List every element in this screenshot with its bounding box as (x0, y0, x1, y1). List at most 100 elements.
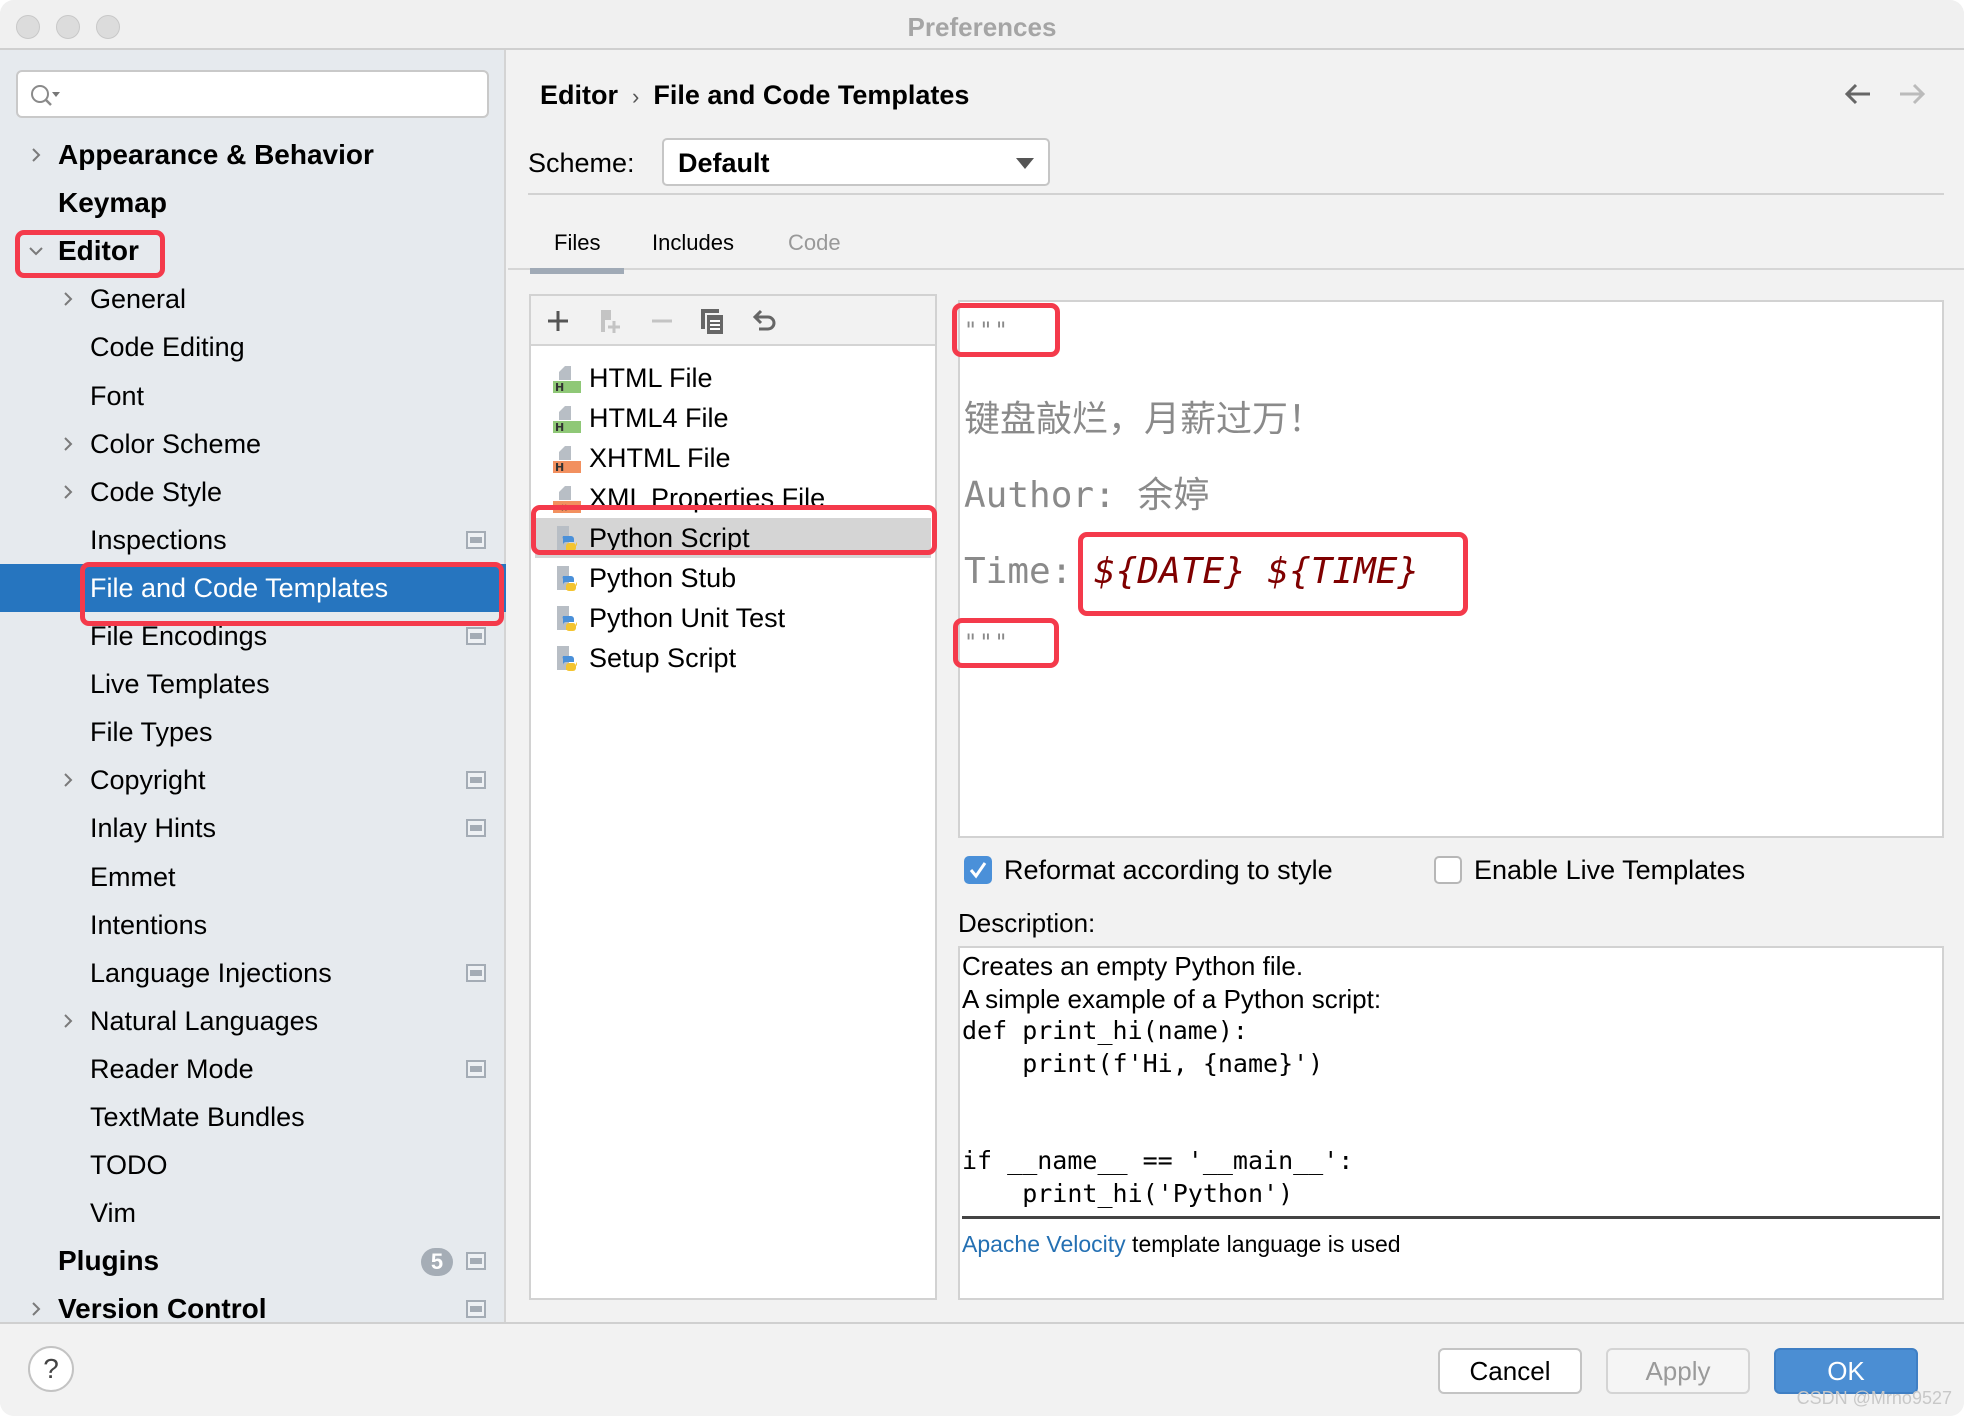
sidebar-item-textmate-bundles[interactable]: TextMate Bundles (0, 1093, 506, 1141)
arrow-left-icon[interactable] (1842, 80, 1874, 108)
scheme-dropdown[interactable]: Default (662, 138, 1050, 186)
editor-line-prefix: Time: (964, 551, 1095, 592)
breadcrumb-current: File and Code Templates (653, 80, 970, 110)
chevron-right-icon[interactable] (26, 1299, 46, 1319)
sidebar-item-label: File Encodings (90, 621, 268, 651)
html-file-icon: H (553, 366, 581, 394)
live-templates-checkbox-row[interactable]: Enable Live Templates (1434, 852, 1794, 888)
project-scope-icon (466, 819, 486, 838)
sidebar-item-editor[interactable]: Editor (0, 227, 506, 275)
svg-text:H: H (555, 381, 564, 394)
reformat-checkbox[interactable] (964, 856, 992, 884)
sidebar-item-font[interactable]: Font (0, 372, 506, 420)
template-item-setup-script[interactable]: Setup Script (535, 638, 931, 678)
template-item-python-script[interactable]: Python Script (535, 518, 931, 558)
sidebar-item-file-encodings[interactable]: File Encodings (0, 612, 506, 660)
tab-files[interactable]: Files (529, 228, 626, 274)
footer-text: template language is used (1125, 1231, 1401, 1257)
editor-line: Time: ${DATE} ${TIME} (964, 550, 1419, 594)
template-item-label: Python Unit Test (589, 603, 786, 633)
add-icon[interactable] (543, 306, 573, 336)
chevron-down-icon[interactable] (26, 241, 46, 261)
sidebar-item-label: Font (90, 380, 145, 411)
project-scope-icon (466, 627, 486, 645)
arrow-right-icon[interactable] (1896, 80, 1928, 108)
cancel-button[interactable]: Cancel (1438, 1348, 1582, 1394)
sidebar-item-label: General (90, 284, 187, 315)
help-button[interactable]: ? (28, 1346, 74, 1392)
description-line: Creates an empty Python file. (962, 951, 1304, 981)
tab-code[interactable]: Code (788, 228, 841, 258)
scheme-value: Default (678, 148, 770, 178)
sidebar-item-label: Inlay Hints (90, 813, 217, 844)
sidebar-item-intentions[interactable]: Intentions (0, 901, 506, 949)
sidebar-item-code-editing[interactable]: Code Editing (0, 323, 506, 371)
sidebar-item-file-and-code-templates[interactable]: File and Code Templates (0, 563, 506, 612)
chevron-right-icon[interactable] (58, 1011, 78, 1031)
sidebar-item-label: Reader Mode (90, 1053, 254, 1084)
sidebar-item-label: Language Injections (90, 957, 332, 988)
chevron-right-icon[interactable] (58, 482, 78, 502)
sidebar-item-live-templates[interactable]: Live Templates (0, 660, 506, 708)
chevron-right-icon[interactable] (58, 434, 78, 454)
chevron-right-icon[interactable] (58, 289, 78, 309)
copy-icon[interactable] (697, 306, 727, 336)
reformat-checkbox-row[interactable]: Reformat according to style (964, 852, 1364, 888)
sidebar-item-natural-languages[interactable]: Natural Languages (0, 997, 506, 1045)
apply-button[interactable]: Apply (1606, 1348, 1750, 1394)
template-item-html-file[interactable]: H HTML File (535, 358, 931, 398)
live-templates-checkbox[interactable] (1434, 856, 1462, 884)
chevron-right-icon[interactable] (58, 770, 78, 790)
description-divider (962, 1216, 1940, 1219)
sidebar-item-keymap[interactable]: Keymap (0, 179, 506, 227)
sidebar-item-label: TextMate Bundles (90, 1102, 305, 1132)
sidebar-item-label: Code Editing (90, 332, 245, 363)
sidebar-item-file-types[interactable]: File Types (0, 708, 506, 756)
dialog-footer: ? Cancel Apply OK CSDN @Mrno9527 (0, 1322, 1964, 1416)
sidebar-item-label: Color Scheme (90, 428, 262, 459)
sidebar-item-code-style[interactable]: Code Style (0, 468, 506, 516)
chevron-right-icon[interactable] (26, 145, 46, 165)
reformat-label: Reformat according to style (1004, 855, 1333, 885)
sidebar-item-inspections[interactable]: Inspections (0, 516, 506, 564)
sidebar-item-language-injections[interactable]: Language Injections (0, 949, 506, 997)
sidebar-item-vim[interactable]: Vim (0, 1189, 506, 1237)
sidebar-item-plugins[interactable]: Plugins 5 (0, 1237, 506, 1285)
svg-text:<>: <> (555, 501, 573, 514)
sidebar-item-todo[interactable]: TODO (0, 1141, 506, 1189)
sidebar-item-color-scheme[interactable]: Color Scheme (0, 420, 506, 468)
template-item-python-unit-test[interactable]: Python Unit Test (535, 598, 931, 638)
template-item-xml-properties-file[interactable]: <> XML Properties File (535, 478, 931, 518)
template-editor[interactable]: """ 键盘敲烂，月薪过万！ Author: 余婷 Time: ${DATE} ${T… (958, 300, 1944, 838)
add-child-icon[interactable] (595, 306, 625, 336)
breadcrumb: Editor › File and Code Templates (540, 78, 969, 114)
remove-icon[interactable] (647, 306, 677, 336)
settings-search-input[interactable] (16, 70, 489, 118)
sidebar-item-emmet[interactable]: Emmet (0, 853, 506, 901)
sidebar-item-general[interactable]: General (0, 275, 506, 323)
apache-velocity-link[interactable]: Apache Velocity (962, 1231, 1126, 1257)
sidebar-item-label: Appearance & Behavior (58, 139, 374, 170)
sidebar-item-label: Vim (90, 1198, 137, 1229)
breadcrumb-editor[interactable]: Editor (540, 80, 618, 110)
tab-includes[interactable]: Includes (652, 228, 734, 258)
template-item-label: XML Properties File (589, 483, 826, 513)
reset-icon[interactable] (749, 306, 779, 336)
description-line: print(f'Hi, {name}') (962, 1048, 1324, 1078)
sidebar-item-label: Editor (58, 235, 139, 267)
template-item-python-stub[interactable]: Python Stub (535, 558, 931, 598)
title-bar: Preferences (0, 0, 1964, 50)
template-item-xhtml-file[interactable]: H XHTML File (535, 438, 931, 478)
description-line: if __name__ == '__main__': (962, 1146, 1354, 1175)
template-item-html4-file[interactable]: H HTML4 File (535, 398, 931, 438)
template-item-label: Python Stub (589, 563, 737, 593)
sidebar-item-appearance-behavior[interactable]: Appearance & Behavior (0, 131, 506, 179)
sidebar-item-reader-mode[interactable]: Reader Mode (0, 1045, 506, 1093)
template-item-label: Python Script (589, 523, 750, 553)
sidebar-item-copyright[interactable]: Copyright (0, 756, 506, 804)
editor-line: Author: 余婷 (964, 475, 1210, 516)
checkmark-icon (969, 862, 987, 879)
sidebar-item-inlay-hints[interactable]: Inlay Hints (0, 804, 506, 852)
editor-line: 键盘敲烂，月薪过万！ (964, 399, 1325, 440)
svg-text:H: H (555, 461, 564, 474)
